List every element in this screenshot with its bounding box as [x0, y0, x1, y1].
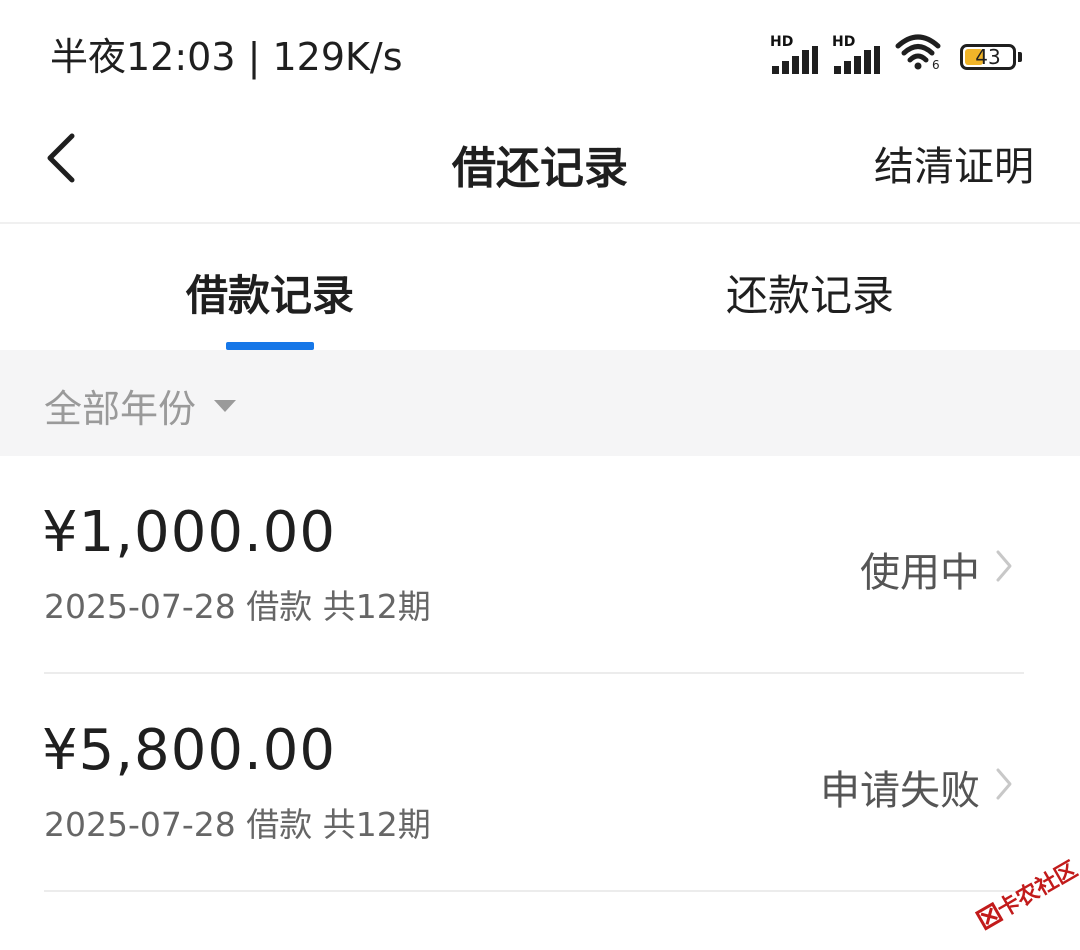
record-subtitle: 2025-07-28 借款 共12期: [44, 805, 431, 844]
tab-repayment-records[interactable]: 还款记录: [540, 262, 1080, 323]
cellular-signal-icon: HD: [770, 34, 818, 74]
chevron-right-icon: [996, 550, 1012, 582]
settlement-certificate-button[interactable]: 结清证明: [874, 134, 1034, 192]
caret-down-icon: [214, 399, 237, 412]
year-filter-label: 全部年份: [44, 387, 197, 431]
record-status: 使用中: [860, 550, 980, 596]
status-icons: HD HD 6 43: [770, 30, 1024, 74]
record-amount: ¥1,000.00: [42, 500, 337, 565]
battery-icon: 43: [960, 40, 1024, 74]
nav-bar: 借还记录 结清证明: [0, 100, 1080, 224]
year-filter-dropdown[interactable]: 全部年份: [44, 378, 237, 433]
tab-bar: 借款记录 还款记录: [0, 226, 1080, 350]
divider: [44, 890, 1024, 892]
svg-text:6: 6: [932, 58, 940, 70]
record-amount: ¥5,800.00: [42, 718, 337, 783]
status-bar: 半夜12:03 | 129K/s HD HD 6 43: [0, 0, 1080, 100]
filter-bar: 全部年份: [0, 350, 1080, 456]
status-time: 半夜12:03 | 129K/s: [50, 35, 403, 79]
tab-active-indicator: [226, 342, 314, 350]
cellular-signal-icon: HD: [832, 34, 880, 74]
tab-loan-records[interactable]: 借款记录: [0, 262, 540, 323]
wifi-icon: 6: [894, 32, 942, 74]
chevron-right-icon: [996, 768, 1012, 800]
battery-level: 43: [975, 45, 1001, 69]
loan-record-list: ¥1,000.00 2025-07-28 借款 共12期 使用中 ¥5,800.…: [0, 456, 1080, 892]
record-status: 申请失败: [820, 768, 980, 814]
record-subtitle: 2025-07-28 借款 共12期: [44, 587, 431, 626]
list-item[interactable]: ¥5,800.00 2025-07-28 借款 共12期 申请失败: [0, 674, 1080, 892]
list-item[interactable]: ¥1,000.00 2025-07-28 借款 共12期 使用中: [0, 456, 1080, 674]
